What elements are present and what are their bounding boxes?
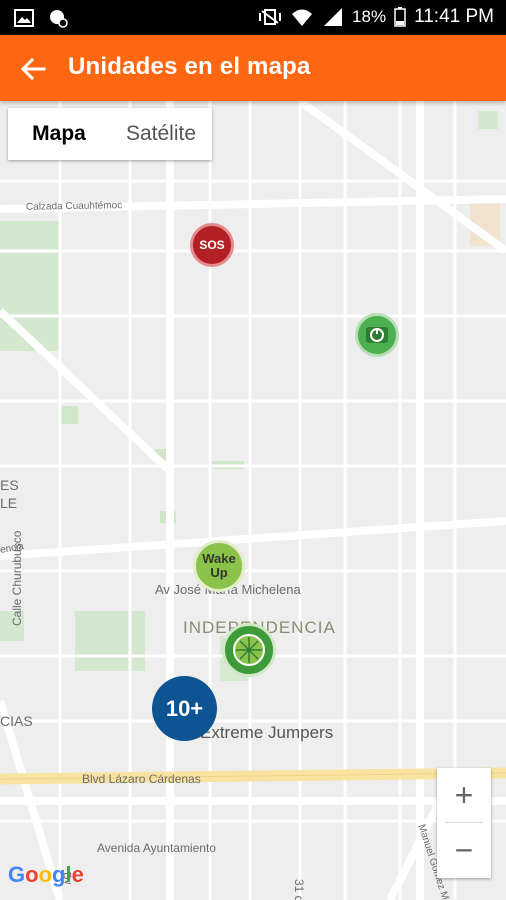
back-arrow-icon[interactable] (18, 54, 48, 84)
map-type-toggle: Mapa Satélite (8, 108, 212, 160)
map-view[interactable]: Calzada Cuauhtémoc ES LE encia Av José M… (0, 101, 506, 900)
street-label: Calzada Cuauhtémoc (25, 200, 123, 213)
status-time: 11:41 PM (414, 6, 494, 27)
map-type-option-satelite[interactable]: Satélite (110, 108, 212, 160)
street-label: 31 de Di (292, 879, 306, 900)
area-label: ES (0, 477, 19, 493)
area-label: CIAS (0, 713, 33, 729)
lime-marker[interactable] (222, 623, 276, 677)
location-notification-icon (50, 10, 68, 28)
battery-icon (394, 7, 406, 27)
street-label: Calle Churubusco (10, 530, 24, 626)
google-logo: Google (8, 862, 84, 887)
battery-percent: 18% (352, 7, 387, 26)
zoom-out-button[interactable]: − (437, 823, 491, 877)
sos-marker-label: SOS (199, 238, 225, 252)
vibrate-mute-icon (259, 9, 282, 25)
signal-icon (324, 8, 343, 26)
area-label: LE (0, 495, 18, 511)
power-marker[interactable] (355, 313, 399, 357)
wifi-icon (292, 9, 313, 26)
page-title: Unidades en el mapa (68, 53, 311, 80)
wake-up-label-line1: Wake (202, 551, 236, 566)
zoom-controls: + − (437, 768, 491, 878)
cluster-marker[interactable]: 10+ (152, 676, 217, 741)
street-label: Blvd Lázaro Cárdenas (82, 772, 201, 786)
street-label: Avenida Ayuntamiento (97, 841, 216, 855)
sos-marker[interactable]: SOS (190, 223, 234, 267)
lime-slice-icon (233, 634, 265, 666)
place-label: Extreme Jumpers (200, 723, 334, 742)
zoom-in-button[interactable]: + (437, 768, 491, 822)
map-type-option-mapa[interactable]: Mapa (8, 108, 110, 160)
image-notification-icon (14, 9, 34, 27)
wake-up-marker[interactable]: Wake Up (193, 540, 245, 592)
app-bar: Unidades en el mapa (0, 35, 506, 101)
wake-up-label-line2: Up (210, 565, 228, 580)
power-icon (366, 327, 388, 343)
map-streets (0, 101, 506, 900)
status-bar: 18% 11:41 PM (0, 0, 506, 35)
